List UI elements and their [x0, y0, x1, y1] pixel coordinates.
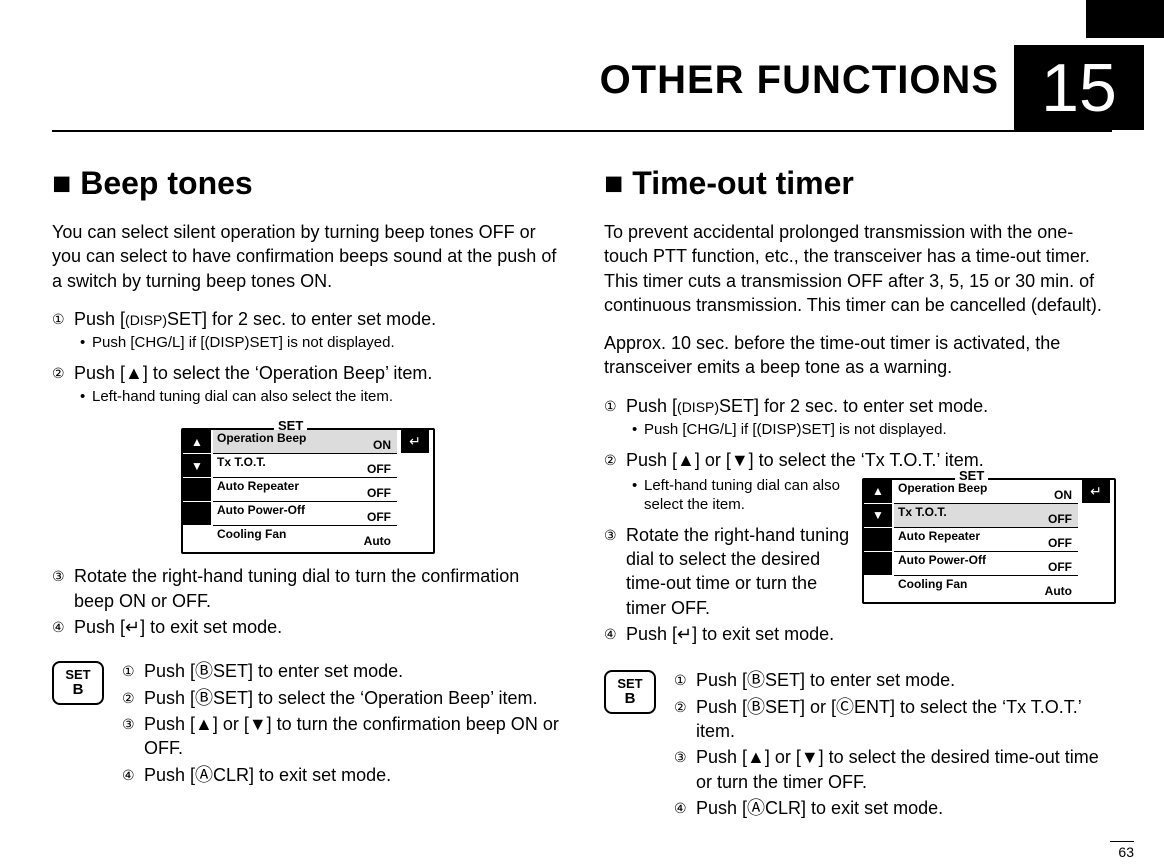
step-text: Push [↵] to exit set mode.	[74, 615, 560, 639]
up-arrow-icon: ▲	[183, 430, 211, 453]
beep-sub-2: ②Push [ⒷSET] to select the ‘Operation Be…	[122, 686, 560, 710]
set-row-auto-poweroff: Auto Power-Off OFF	[894, 552, 1078, 576]
step-text: Rotate the right-hand tuning dial to sel…	[626, 523, 852, 620]
set-b-key-icon: SET B	[52, 659, 104, 788]
set-row-tx-tot: Tx T.O.T. OFF	[213, 454, 397, 478]
enter-key-icon: ↵	[1082, 480, 1110, 503]
beep-step-2: ② Push [▲] to select the ‘Operation Beep…	[52, 361, 560, 385]
set-menu-figure-left: SET ▲ ▼ ↵ Operation Beep ON Tx T.O.T. OF…	[52, 424, 560, 564]
enter-key-icon: ↵	[401, 430, 429, 453]
step-text: Rotate the right-hand tuning dial to tur…	[74, 564, 560, 613]
step-text: Push [▲] or [▼] to select the ‘Tx T.O.T.…	[626, 448, 1112, 472]
set-row-auto-repeater: Auto Repeater OFF	[213, 478, 397, 502]
step-number: ②	[52, 361, 74, 385]
beep-step1-note: •Push [CHG/L] if [(DISP)SET] is not disp…	[80, 333, 560, 353]
chapter-title: OTHER FUNCTIONS	[600, 58, 999, 103]
timeout-timer-heading: ■ Time-out timer	[604, 165, 1112, 202]
set-row-tx-tot: Tx T.O.T. OFF	[894, 504, 1078, 528]
beep-sub-4: ④Push [ⒶCLR] to exit set mode.	[122, 763, 560, 787]
beep-step-3: ③ Rotate the right-hand tuning dial to t…	[52, 564, 560, 613]
timeout-warning-para: Approx. 10 sec. before the time-out time…	[604, 331, 1112, 380]
set-row-cooling-fan: Cooling Fan Auto	[894, 576, 1078, 599]
tot-sub-2: ②Push [ⒷSET] or [ⒸENT] to select the ‘Tx…	[674, 695, 1112, 744]
blank-key-icon	[183, 502, 211, 525]
up-arrow-icon: ▲	[864, 480, 892, 503]
beep-step2-note: •Left-hand tuning dial can also select t…	[80, 387, 560, 407]
set-row-auto-poweroff: Auto Power-Off OFF	[213, 502, 397, 526]
beep-tones-heading: ■ Beep tones	[52, 165, 560, 202]
tot-text-and-figure: •Left-hand tuning dial can also select t…	[604, 474, 1112, 648]
set-b-key-icon: SET B	[604, 668, 656, 822]
set-row-auto-repeater: Auto Repeater OFF	[894, 528, 1078, 552]
tot-step-3: ③ Rotate the right-hand tuning dial to s…	[604, 523, 852, 620]
tot-sub-3: ③Push [▲] or [▼] to select the desired t…	[674, 745, 1112, 794]
beep-tones-intro: You can select silent operation by turni…	[52, 220, 560, 293]
set-row-operation-beep: Operation Beep ON	[213, 430, 397, 454]
tot-step-2: ② Push [▲] or [▼] to select the ‘Tx T.O.…	[604, 448, 1112, 472]
beep-setb-block: SET B ①Push [ⒷSET] to enter set mode. ②P…	[52, 659, 560, 788]
chapter-number: 15	[1014, 45, 1144, 130]
down-arrow-icon: ▼	[183, 454, 211, 477]
tot-sub-1: ①Push [ⒷSET] to enter set mode.	[674, 668, 1112, 692]
step-number: ④	[52, 615, 74, 639]
step-number: ①	[604, 394, 626, 418]
tot-sub-4: ④Push [ⒶCLR] to exit set mode.	[674, 796, 1112, 820]
set-menu-figure-right: SET ▲ ▼ ↵ Operation Beep ON Tx T.O.T. OF…	[862, 474, 1112, 604]
set-row-cooling-fan: Cooling Fan Auto	[213, 526, 397, 549]
step-number: ②	[604, 448, 626, 472]
step-number: ①	[52, 307, 74, 331]
step-number: ③	[604, 523, 626, 620]
tot-step1-note: •Push [CHG/L] if [(DISP)SET] is not disp…	[632, 420, 1112, 440]
beep-step-4: ④ Push [↵] to exit set mode.	[52, 615, 560, 639]
timeout-intro: To prevent accidental prolonged transmis…	[604, 220, 1112, 317]
blank-key-icon	[864, 552, 892, 575]
column-left: ■ Beep tones You can select silent opera…	[52, 165, 560, 822]
document-page: 15 OTHER FUNCTIONS ■ Beep tones You can …	[0, 0, 1164, 868]
beep-sub-1: ①Push [ⒷSET] to enter set mode.	[122, 659, 560, 683]
set-row-operation-beep: Operation Beep ON	[894, 480, 1078, 504]
column-right: ■ Time-out timer To prevent accidental p…	[604, 165, 1112, 822]
step-text: Push [(DISP)SET] for 2 sec. to enter set…	[74, 307, 560, 331]
step-number: ③	[52, 564, 74, 613]
step-text: Push [(DISP)SET] for 2 sec. to enter set…	[626, 394, 1112, 418]
beep-step-1: ① Push [(DISP)SET] for 2 sec. to enter s…	[52, 307, 560, 331]
blank-key-icon	[864, 528, 892, 551]
title-rule	[52, 130, 1112, 132]
tot-setb-block: SET B ①Push [ⒷSET] to enter set mode. ②P…	[604, 668, 1112, 822]
tot-step2-note: •Left-hand tuning dial can also select t…	[632, 476, 852, 515]
down-arrow-icon: ▼	[864, 504, 892, 527]
step-text: Push [↵] to exit set mode.	[626, 622, 852, 646]
content-columns: ■ Beep tones You can select silent opera…	[52, 165, 1112, 822]
beep-sub-3: ③Push [▲] or [▼] to turn the confirmatio…	[122, 712, 560, 761]
step-number: ④	[604, 622, 626, 646]
tot-step-1: ① Push [(DISP)SET] for 2 sec. to enter s…	[604, 394, 1112, 418]
blank-key-icon	[183, 478, 211, 501]
step-text: Push [▲] to select the ‘Operation Beep’ …	[74, 361, 560, 385]
page-number: 63	[1110, 841, 1134, 860]
corner-tab	[1086, 0, 1164, 38]
tot-step-4: ④ Push [↵] to exit set mode.	[604, 622, 852, 646]
